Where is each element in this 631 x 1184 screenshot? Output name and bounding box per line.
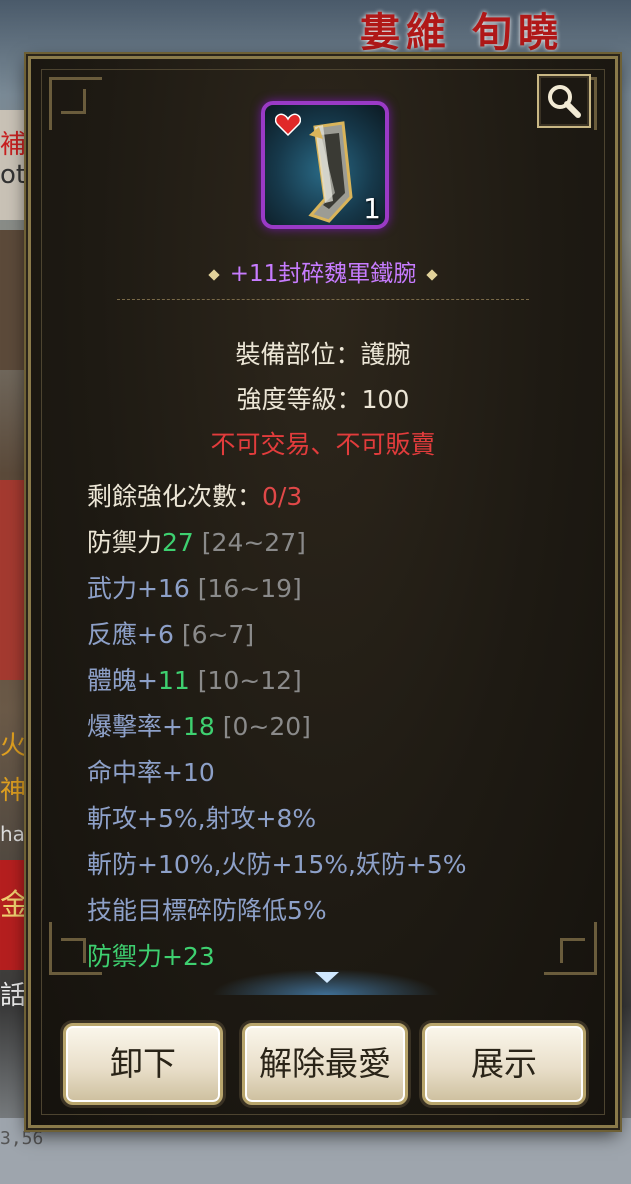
- diamond-icon: [208, 268, 220, 281]
- stat-range: [6~7]: [181, 620, 255, 649]
- background-text: 補: [0, 130, 27, 160]
- bonus-defense-stat: 防禦力+23: [87, 942, 215, 971]
- scroll-down-icon[interactable]: [315, 972, 339, 983]
- background-number: 3,56: [0, 1128, 44, 1149]
- magnifier-button[interactable]: [537, 74, 591, 128]
- force-stat: 武力+16 [16~19]: [87, 569, 302, 605]
- stat-label: 剩餘強化次數：: [87, 482, 263, 511]
- stat-value: 27: [162, 528, 194, 557]
- equip-slot-text: 裝備部位：護腕: [235, 340, 411, 369]
- stat-value: 11: [157, 666, 190, 695]
- item-detail-dialog: 1 +11封碎魏軍鐵腕 裝備部位：護腕 強度等級：100 不可交易、不可販賣 剩…: [28, 56, 618, 1128]
- stat-label: 爆擊率+: [87, 712, 183, 741]
- stat-range: [0~20]: [222, 712, 311, 741]
- resistance-stat: 斬防+10%,火防+15%,妖防+5%: [87, 850, 467, 879]
- stat-range: [16~19]: [197, 574, 302, 603]
- skill-effect-stat: 技能目標碎防降低5%: [87, 896, 327, 925]
- stat-range: [24~27]: [201, 528, 306, 557]
- reaction-stat: 反應+6 [6~7]: [87, 615, 254, 651]
- background-banner: 婁維 旬曉: [360, 10, 564, 56]
- unequip-button[interactable]: 卸下: [63, 1023, 223, 1105]
- background-text: ha: [0, 822, 25, 846]
- attack-bonus-stat: 斬攻+5%,射攻+8%: [87, 804, 317, 833]
- background-text: 神: [0, 776, 27, 806]
- stat-range: [10~12]: [197, 666, 302, 695]
- physique-stat: 體魄+11 [10~12]: [87, 661, 302, 697]
- unfavorite-button[interactable]: 解除最愛: [242, 1023, 408, 1105]
- background-text: 金: [0, 888, 30, 923]
- show-button[interactable]: 展示: [422, 1023, 586, 1105]
- frame-ornament: [61, 938, 86, 963]
- item-icon-frame[interactable]: 1: [261, 101, 389, 229]
- trade-restriction-text: 不可交易、不可販賣: [210, 430, 436, 459]
- dotted-divider: [117, 299, 529, 300]
- frame-ornament: [61, 89, 86, 114]
- frame-ornament: [560, 938, 585, 963]
- stat-value: 0/3: [262, 482, 303, 511]
- background-text: 話: [0, 981, 27, 1011]
- magnifier-icon: [548, 85, 581, 118]
- stat-label: 體魄+: [87, 666, 158, 695]
- item-name: +11封碎魏軍鐵腕: [229, 261, 417, 287]
- stat-label: 防禦力: [87, 528, 163, 557]
- item-level-text: 強度等級：100: [236, 385, 410, 414]
- stat-label: 武力+16: [87, 574, 190, 603]
- stat-value: 18: [182, 712, 215, 741]
- item-count: 1: [363, 192, 381, 225]
- crit-rate-stat: 爆擊率+18 [0~20]: [87, 707, 311, 743]
- diamond-icon: [426, 268, 438, 281]
- item-name-row: +11封碎魏軍鐵腕: [31, 254, 615, 288]
- background-text: 火: [0, 731, 27, 761]
- stat-label: 反應+6: [87, 620, 174, 649]
- defense-stat: 防禦力27 [24~27]: [87, 523, 306, 559]
- enhance-remaining-stat: 剩餘強化次數：0/3: [87, 477, 302, 513]
- hit-rate-stat: 命中率+10: [87, 758, 215, 787]
- heart-icon: [275, 113, 301, 137]
- background-text: ot: [0, 160, 27, 190]
